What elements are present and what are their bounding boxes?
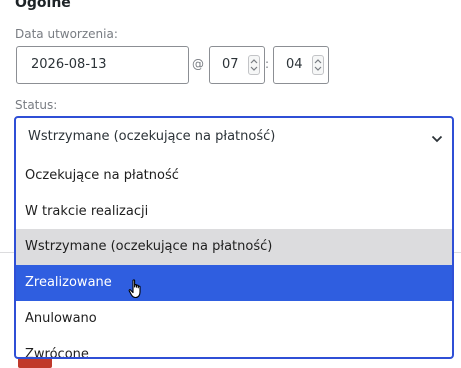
at-separator: @ xyxy=(192,57,204,71)
date-input[interactable]: 2026-08-13 xyxy=(16,46,189,84)
hour-value: 07 xyxy=(222,57,239,72)
option-label: Oczekujące na płatność xyxy=(25,168,179,183)
date-label: Data utworzenia: xyxy=(15,27,118,41)
hour-input[interactable]: 07 xyxy=(209,46,265,84)
status-select[interactable]: Wstrzymane (oczekujące na płatność) Ocze… xyxy=(14,116,454,359)
status-option-refunded[interactable]: Zwrócone xyxy=(16,337,452,359)
minute-input[interactable]: 04 xyxy=(273,46,329,84)
chevron-down-icon xyxy=(431,132,443,147)
hour-spinner-icon[interactable] xyxy=(248,55,260,75)
option-label: Wstrzymane (oczekujące na płatność) xyxy=(25,239,273,254)
status-option-pending[interactable]: Oczekujące na płatność xyxy=(16,158,452,194)
status-select-current[interactable]: Wstrzymane (oczekujące na płatność) xyxy=(16,118,452,156)
minute-spinner-icon[interactable] xyxy=(312,55,324,75)
status-selected-value: Wstrzymane (oczekujące na płatność) xyxy=(28,129,276,144)
status-option-processing[interactable]: W trakcie realizacji xyxy=(16,194,452,230)
status-option-on-hold[interactable]: Wstrzymane (oczekujące na płatność) xyxy=(16,229,452,265)
option-label: Zrealizowane xyxy=(25,275,112,290)
section-title: Ogólne xyxy=(15,0,71,11)
hand-pointer-icon xyxy=(128,279,144,303)
option-label: Anulowano xyxy=(25,311,97,326)
status-option-cancelled[interactable]: Anulowano xyxy=(16,301,452,337)
option-label: W trakcie realizacji xyxy=(25,204,149,219)
status-option-completed[interactable]: Zrealizowane xyxy=(16,265,452,301)
time-separator: : xyxy=(265,57,270,71)
option-label: Zwrócone xyxy=(25,347,89,359)
status-label: Status: xyxy=(15,98,58,112)
minute-value: 04 xyxy=(286,57,303,72)
